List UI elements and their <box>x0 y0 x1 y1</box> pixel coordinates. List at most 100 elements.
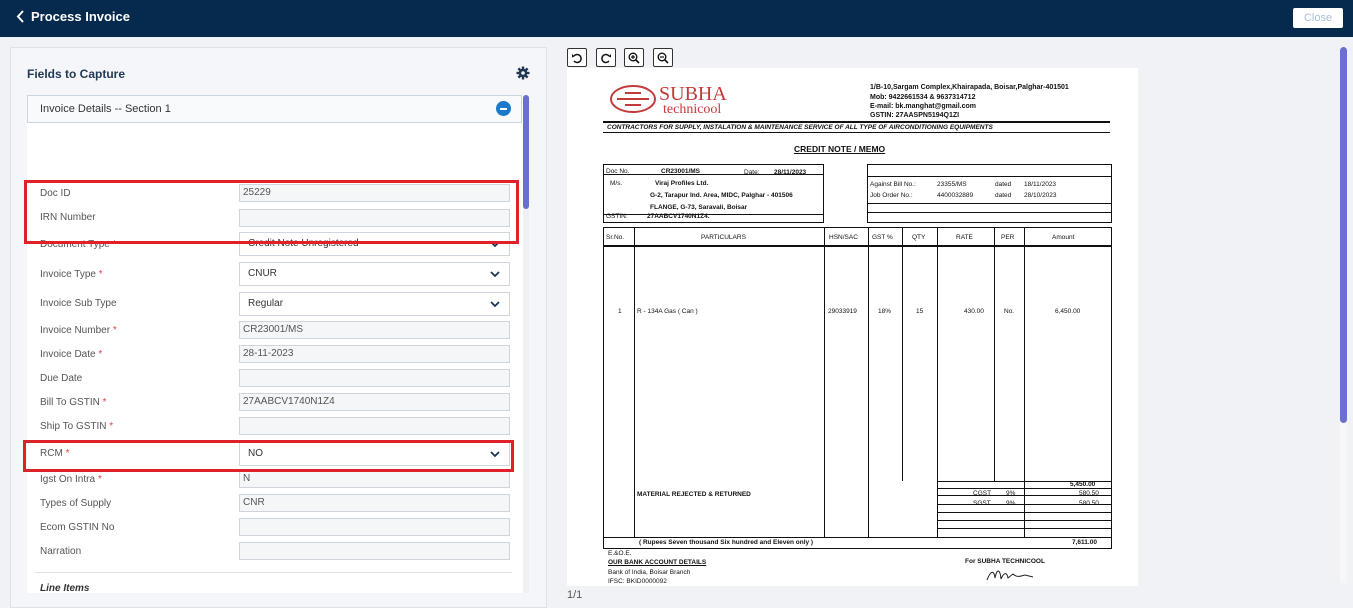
rotate-left-button[interactable] <box>567 48 587 67</box>
rule <box>937 488 1111 489</box>
invoice-date-field[interactable]: 28-11-2023 <box>239 345 510 363</box>
against-bill-label: Against Bill No.: <box>870 181 916 188</box>
column-rule <box>937 227 938 537</box>
rule <box>603 121 1110 123</box>
amount-in-words: ( Rupees Seven thousand Six hundred and … <box>639 539 814 546</box>
ship-to-gstin-label: Ship To GSTIN * <box>40 421 114 432</box>
igst-on-intra-field[interactable]: N <box>239 470 510 488</box>
section-title: Invoice Details -- Section 1 <box>40 103 171 115</box>
item-gst: 18% <box>878 308 892 315</box>
bank-ifsc: IFSC: BKID0000092 <box>608 578 667 585</box>
company-tagline: CONTRACTORS FOR SUPPLY, INSTALATION & MA… <box>607 124 993 131</box>
column-rule <box>634 227 635 537</box>
logo-subtext: technicool <box>663 102 722 117</box>
invoice-sub-type-label: Invoice Sub Type <box>40 298 117 309</box>
rule <box>867 212 1111 213</box>
invoice-number-field[interactable]: CR23001/MS <box>239 321 510 339</box>
back-button[interactable]: Process Invoice <box>16 9 130 24</box>
line-items-heading: Line Items <box>40 583 90 593</box>
dated-label: dated <box>995 181 1012 188</box>
invoice-document-preview: SUBHA technicool 1/B-10,Sargam Complex,K… <box>567 68 1138 586</box>
job-order-label: Job Order No.: <box>870 192 913 199</box>
invoice-number-label: Invoice Number * <box>40 325 117 336</box>
narration-field[interactable] <box>239 542 510 560</box>
invoice-date-label: Invoice Date * <box>40 349 103 360</box>
due-date-field[interactable] <box>239 369 510 387</box>
viewer-scrollbar-thumb[interactable] <box>1340 47 1347 423</box>
subtotal-value: 5,450.00 <box>1070 481 1096 488</box>
zoom-out-button[interactable] <box>653 48 673 67</box>
column-rule <box>902 227 903 481</box>
rule <box>603 214 823 215</box>
ship-to-gstin-field[interactable] <box>239 417 510 435</box>
doc-no-value: CR23001/MS <box>661 168 701 175</box>
types-of-supply-label: Types of Supply <box>40 498 112 509</box>
ecom-gstin-field[interactable] <box>239 518 510 536</box>
sgst-rate: 9% <box>1006 500 1016 507</box>
narration-label: Narration <box>40 546 82 557</box>
column-rule <box>1024 227 1025 537</box>
section-header[interactable]: Invoice Details -- Section 1 <box>27 95 522 123</box>
company-email: E-mail: bk.manghat@gmail.com <box>870 103 977 110</box>
invoice-sub-type-value: Regular <box>248 298 284 309</box>
column-rule <box>994 227 995 481</box>
rotate-right-button[interactable] <box>596 48 616 67</box>
invoice-type-select[interactable]: CNUR <box>239 262 510 286</box>
rule <box>603 132 1110 133</box>
items-table <box>603 227 1112 549</box>
bank-name: Bank of India, Boisar Branch <box>608 569 691 576</box>
bill-to-gstin-field[interactable]: 27AABCV1740N1Z4 <box>239 393 510 411</box>
item-per: No. <box>1004 308 1015 315</box>
ms-label: M/s. <box>610 180 623 187</box>
col-header-amount: Amount <box>1052 234 1075 241</box>
invoice-type-value: CNUR <box>248 268 277 279</box>
invoice-sub-type-select[interactable]: Regular <box>239 292 510 316</box>
against-bill-no: 23355/MS <box>937 181 967 188</box>
rule <box>867 176 1111 177</box>
gear-icon[interactable] <box>516 66 530 80</box>
job-order-date: 28/10/2023 <box>1024 192 1057 199</box>
rule <box>603 245 1111 247</box>
signature-icon <box>986 570 1034 581</box>
item-srno: 1 <box>618 308 622 315</box>
col-header-qty: QTY <box>912 234 926 241</box>
company-address: 1/B-10,Sargam Complex,Khairapada, Boisar… <box>870 84 1069 91</box>
rotate-right-icon <box>601 53 611 63</box>
collapse-minus-icon[interactable] <box>496 101 511 116</box>
col-header-rate: RATE <box>956 234 973 241</box>
bill-to-gstin-label: Bill To GSTIN * <box>40 397 107 408</box>
chevron-down-icon <box>490 301 500 308</box>
cgst-amount: 580.50 <box>1079 490 1099 497</box>
date-value: 28/11/2023 <box>774 169 807 176</box>
bank-heading: OUR BANK ACCOUNT DETAILS <box>608 559 707 566</box>
item-hsn: 29033919 <box>828 308 857 315</box>
zoom-out-icon <box>657 52 669 64</box>
rule <box>937 528 1111 529</box>
close-button[interactable]: Close <box>1293 8 1343 28</box>
divider <box>35 572 512 573</box>
invoice-type-label: Invoice Type * <box>40 269 103 280</box>
top-bar: Process Invoice Close <box>0 0 1353 37</box>
grand-total: 7,611.00 <box>1072 539 1097 546</box>
zoom-in-button[interactable] <box>624 48 644 67</box>
item-particulars: R - 134A Gas ( Can ) <box>637 308 698 315</box>
fields-scrollbar-thumb[interactable] <box>523 95 529 209</box>
igst-on-intra-label: Igst On Intra * <box>40 474 102 485</box>
document-heading: CREDIT NOTE / MEMO <box>794 144 886 154</box>
col-header-gst: GST % <box>872 234 893 241</box>
against-bill-date: 18/11/2023 <box>1024 181 1057 188</box>
job-order-no: 4400032889 <box>937 192 974 199</box>
dated-label: dated <box>995 192 1012 199</box>
column-rule <box>824 227 825 537</box>
types-of-supply-field[interactable]: CNR <box>239 494 510 512</box>
col-header-particulars: PARTICULARS <box>701 234 746 241</box>
column-rule <box>868 227 869 537</box>
material-remark: MATERIAL REJECTED & RETURNED <box>637 491 751 498</box>
eoe-note: E.&O.E. <box>608 550 632 557</box>
highlight-box-type-fields <box>24 180 519 244</box>
buyer-address-2: FLANGE, G-73, Saravali, Boisar <box>650 204 748 211</box>
ecom-gstin-label: Ecom GSTIN No <box>40 522 115 533</box>
rule <box>937 512 1111 513</box>
highlight-box-supply-field <box>23 440 514 472</box>
cgst-label: CGST <box>973 490 992 497</box>
